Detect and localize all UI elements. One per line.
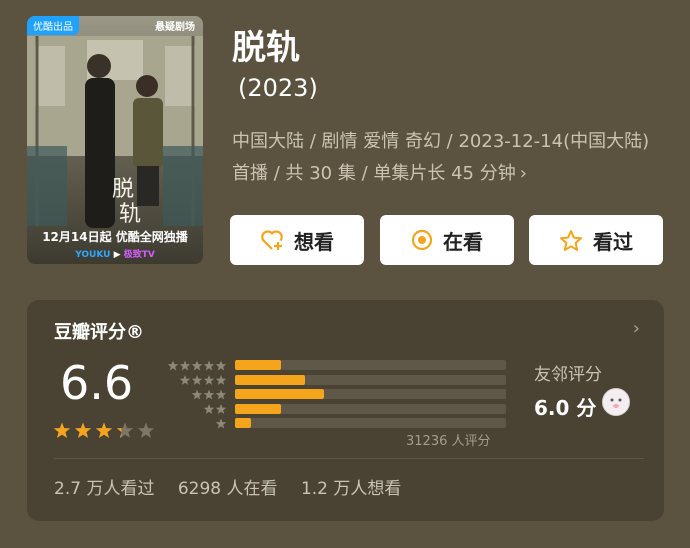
- star-level-labels: [167, 360, 227, 429]
- poster-image[interactable]: 脱 轨 优酷出品 悬疑剧场 12月14日起 优酷全网独播 YOUKU ▶ 极致T…: [27, 16, 203, 264]
- distribution-bar-track: [235, 360, 506, 370]
- audience-stats: 2.7 万人看过 6298 人在看 1.2 万人想看: [54, 474, 419, 499]
- friend-avatar[interactable]: [602, 388, 630, 416]
- rating-star-filled: [53, 422, 71, 438]
- want-count: 1.2 万人想看: [300, 479, 402, 499]
- watched-label: 看过: [593, 229, 633, 254]
- rating-score: 6.6: [60, 356, 134, 410]
- level-star: [215, 418, 227, 429]
- chevron-right-icon: ›: [519, 163, 527, 184]
- poster-release-text: 12月14日起 优酷全网独播: [42, 230, 188, 244]
- avatar-face-icon: [610, 398, 622, 408]
- rating-stars: [53, 422, 155, 438]
- rating-panel[interactable]: 豆瓣评分® › 6.6 31236 人评分 友邻评分 6.0 分 2.7 万人看…: [27, 300, 664, 521]
- second-platform-logo: 极致TV: [123, 250, 155, 260]
- distribution-bar: [235, 403, 282, 414]
- chevron-right-icon[interactable]: ›: [633, 318, 640, 339]
- divider: [54, 458, 644, 459]
- distribution-bar-track: [235, 389, 506, 399]
- level-star: [191, 389, 203, 400]
- svg-text:脱: 脱: [112, 177, 134, 202]
- level-star: [215, 404, 227, 414]
- movie-meta[interactable]: 中国大陆 / 剧情 爱情 奇幻 / 2023-12-14(中国大陆) 首播 / …: [232, 126, 662, 190]
- poster-logos: YOUKU ▶ 极致TV: [75, 250, 155, 260]
- youku-logo: YOUKU: [75, 250, 111, 260]
- distribution-bar: [235, 360, 282, 370]
- level-star: [203, 375, 215, 385]
- want-label: 想看: [294, 229, 334, 254]
- poster-brand-logo: 悬疑剧场: [155, 22, 195, 33]
- level-star: [191, 375, 203, 385]
- friend-rating-label: 友邻评分: [534, 365, 602, 385]
- movie-year: (2023): [238, 74, 318, 102]
- level-star: [179, 360, 191, 371]
- watched-button[interactable]: 看过: [529, 215, 663, 265]
- target-icon: [411, 229, 433, 251]
- level-star: [215, 360, 227, 371]
- level-star: [167, 360, 179, 371]
- watching-label: 在看: [443, 229, 483, 254]
- svg-text:轨: 轨: [119, 202, 141, 227]
- level-star: [179, 375, 191, 385]
- watching-count: 6298 人在看: [177, 479, 278, 499]
- movie-title: 脱轨: [232, 28, 300, 68]
- poster-artwork: 脱 轨: [27, 36, 203, 228]
- heart-plus-icon: [261, 230, 283, 250]
- rating-star-filled: [95, 422, 113, 438]
- distribution-bar-track: [235, 374, 506, 385]
- distribution-bar: [235, 389, 325, 399]
- meta-text: 中国大陆 / 剧情 爱情 奇幻 / 2023-12-14(中国大陆) 首播 / …: [232, 131, 650, 184]
- level-star: [203, 360, 215, 371]
- vote-count: 31236 人评分: [406, 434, 491, 449]
- level-star: [191, 360, 203, 371]
- watched-count: 2.7 万人看过: [54, 479, 155, 499]
- poster-badge: 优酷出品: [27, 16, 79, 35]
- level-star: [215, 375, 227, 385]
- distribution-bar-track: [235, 403, 506, 414]
- star-outline-icon: [560, 229, 582, 251]
- friend-rating-score: 6.0 分: [534, 396, 597, 420]
- rating-star-empty: [137, 422, 155, 438]
- distribution-bar: [235, 374, 306, 385]
- rating-star-filled: [74, 422, 92, 438]
- level-star: [215, 389, 227, 400]
- distribution-bar-track: [235, 418, 506, 428]
- want-to-watch-button[interactable]: 想看: [230, 215, 364, 265]
- level-star: [203, 404, 215, 414]
- rating-panel-title: 豆瓣评分®: [54, 322, 144, 343]
- distribution-bar: [235, 418, 252, 428]
- watching-button[interactable]: 在看: [380, 215, 514, 265]
- level-star: [203, 389, 215, 400]
